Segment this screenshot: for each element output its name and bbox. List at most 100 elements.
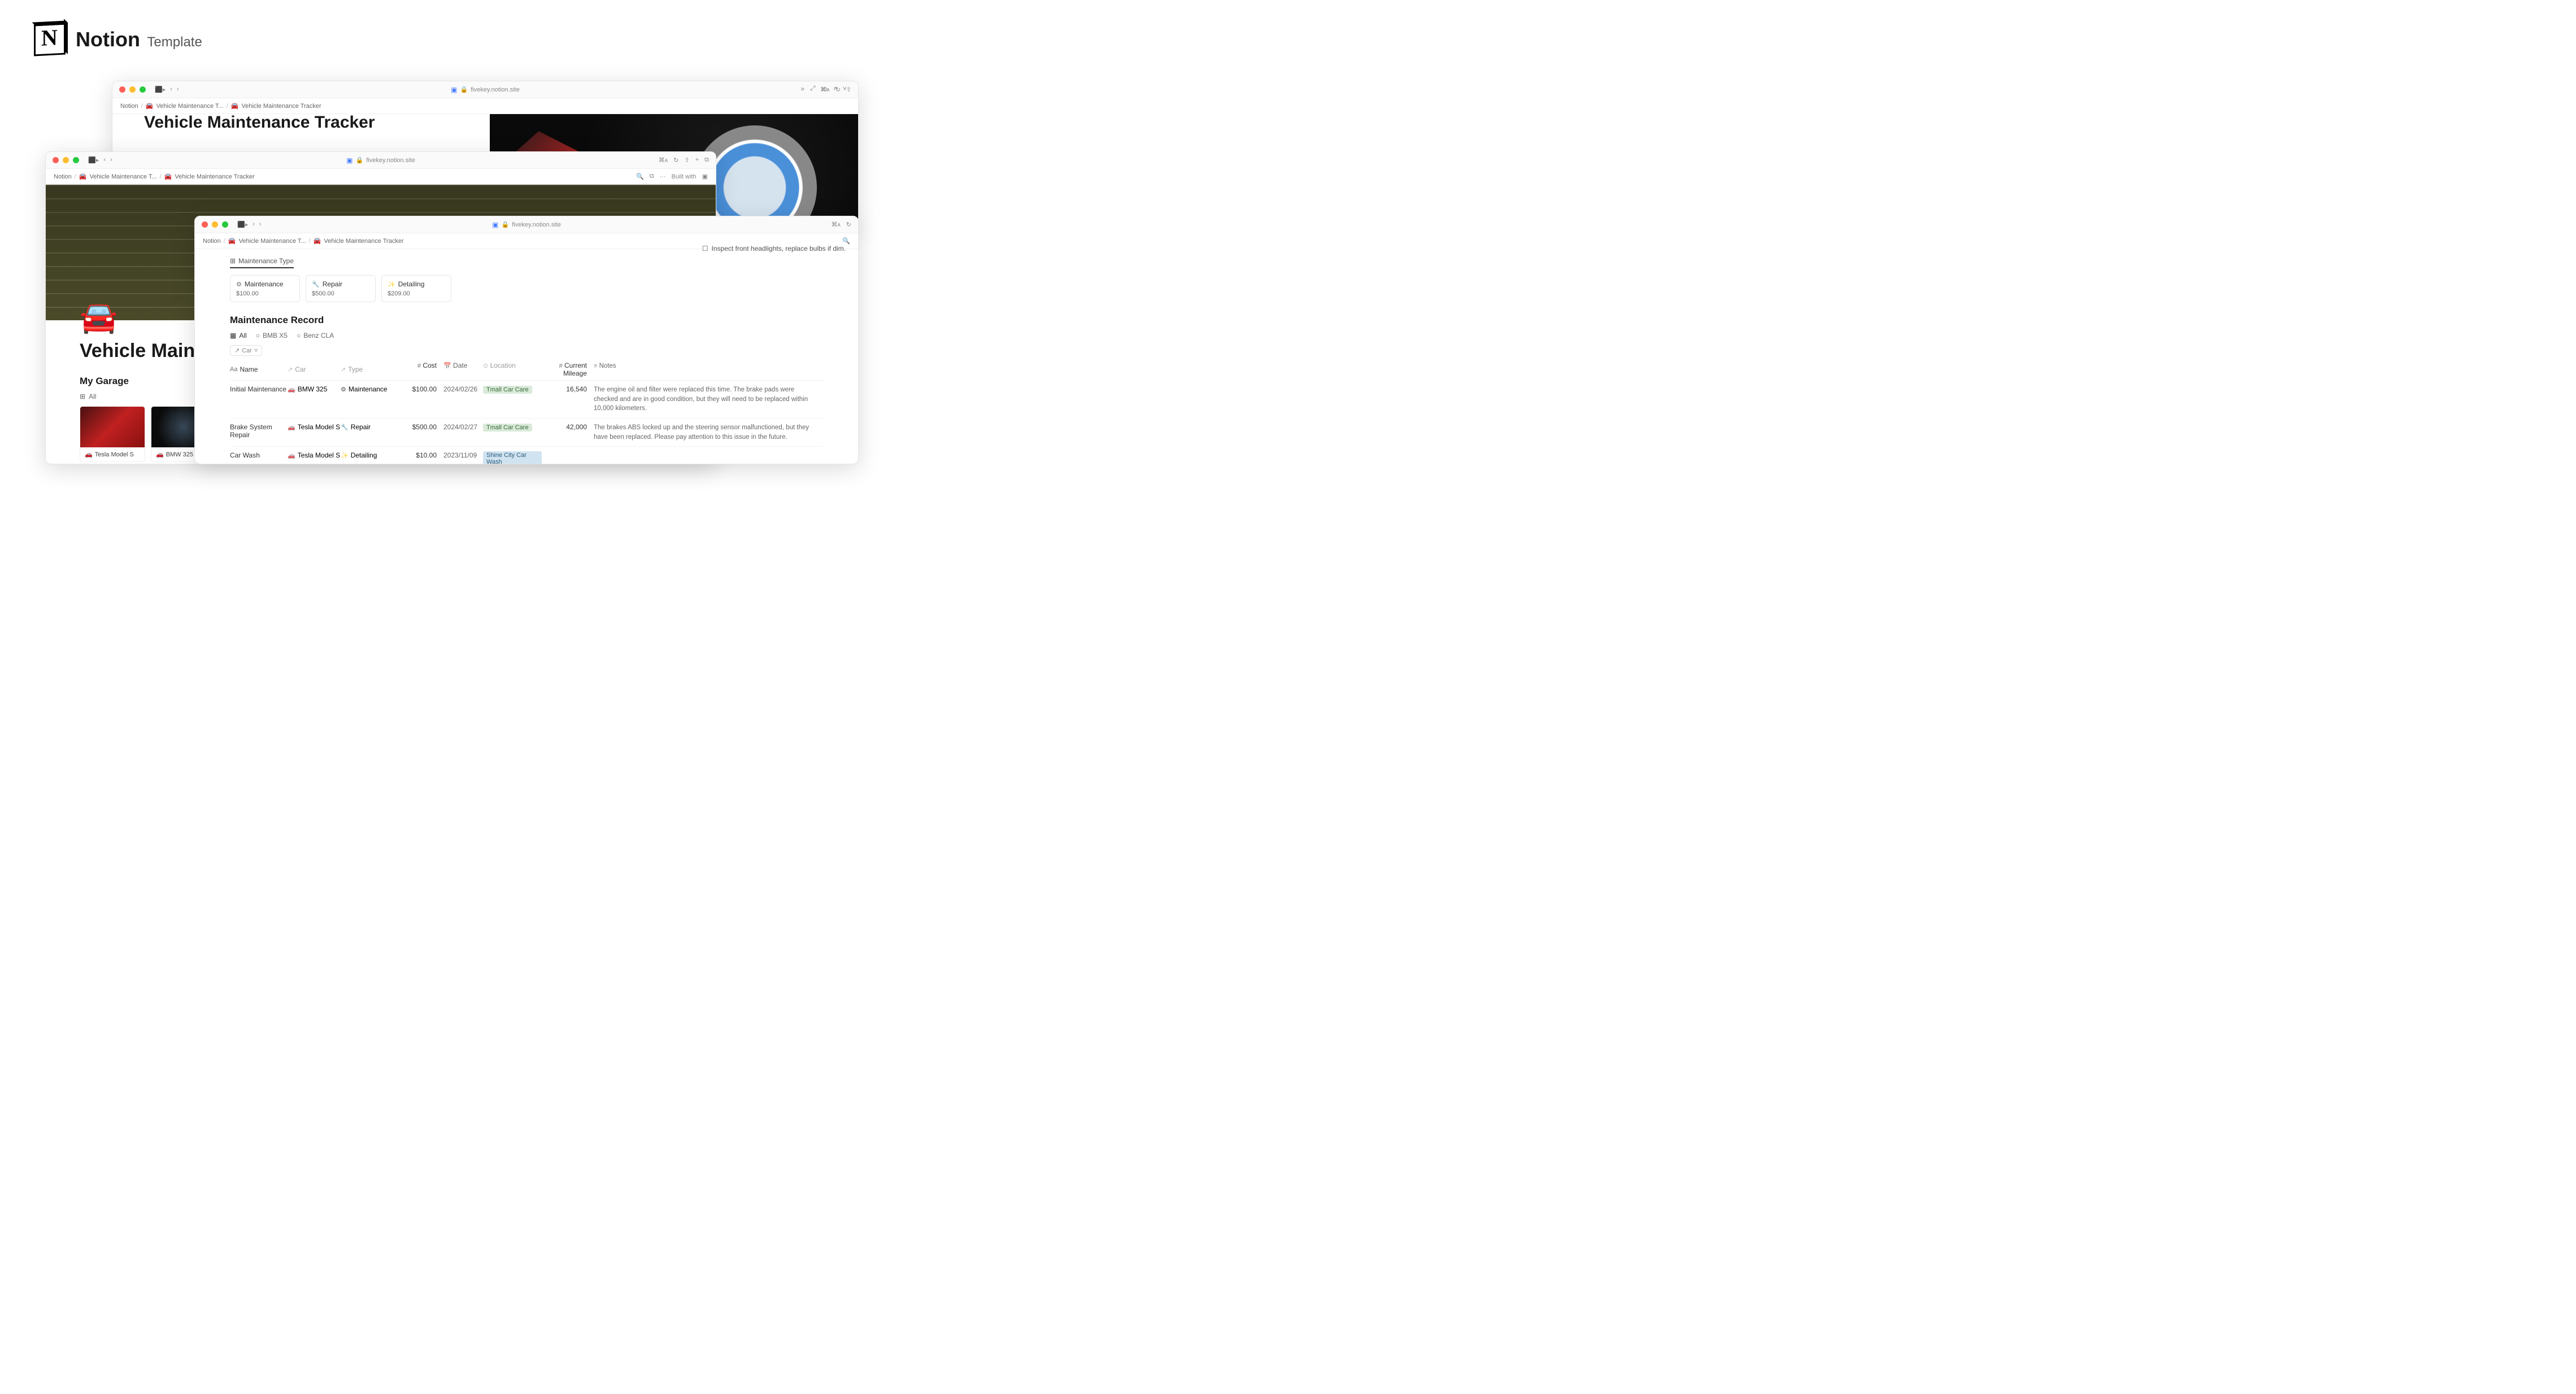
circle-icon: ○ [297,332,301,339]
wrench-icon: 🔧 [312,281,320,288]
breadcrumb: Notion/ 🚘 Vehicle Maintenance T.../ 🚘 Ve… [46,169,716,185]
gallery-card[interactable]: 🚗Tesla Model S [80,406,145,462]
breadcrumb-mid[interactable]: Vehicle Maintenance T... [90,173,157,180]
car-icon: 🚗 [156,451,164,458]
minimize-button[interactable] [212,221,218,228]
sidebar-toggle-icon[interactable]: ⬛▸ [237,221,248,228]
back-button[interactable]: ‹ [170,86,172,93]
forward-button[interactable]: › [110,156,112,164]
col-name[interactable]: Name [240,365,258,373]
back-button[interactable]: ‹ [253,221,255,228]
group-by-car[interactable]: ↗ Car ˅ [230,345,262,356]
col-location[interactable]: Location [490,361,516,369]
breadcrumb-leaf[interactable]: Vehicle Maintenance Tracker [241,103,321,110]
breadcrumb-mid[interactable]: Vehicle Maintenance T... [239,238,306,245]
expand-icon[interactable]: » [800,85,804,93]
checklist-item[interactable]: Inspect front headlights, replace bulbs … [712,245,846,252]
cell-car: 🚗 Tesla Model S [288,423,341,431]
cell-name: Initial Maintenance [230,385,288,393]
share-icon[interactable]: ⇧ [684,156,689,164]
down-icon[interactable]: ˅ [843,85,847,93]
resize-icon[interactable]: ⤢ [810,84,816,93]
panel-icon[interactable]: ▭ [821,85,828,93]
translate-icon[interactable]: ⌘ᴀ [659,156,668,164]
notion-logo-icon: N [34,23,66,56]
close-button[interactable] [119,86,125,93]
add-icon[interactable]: + [695,156,699,164]
table-row[interactable]: Brake System Repair🚗 Tesla Model S🔧 Repa… [230,419,823,447]
reload-icon[interactable]: ↻ [846,221,851,228]
maximize-button[interactable] [140,86,146,93]
col-car[interactable]: Car [295,365,306,373]
url-text[interactable]: fivekey.notion.site [512,221,561,228]
car-icon: 🚘 [164,173,172,180]
card-value: $100.00 [236,290,294,297]
tab-all[interactable]: ▦All [230,332,247,339]
table-row[interactable]: Car Wash🚗 Tesla Model S✨ Detailing$10.00… [230,447,823,464]
more-icon[interactable]: ··· [660,173,666,180]
cell-car: 🚗 BMW 325 [288,385,341,393]
cell-date: 2024/02/27 [443,423,483,431]
titlebar: ⬛▸ ‹ › ▣ 🔒 fivekey.notion.site ⌘ᴀ ↻ [195,216,858,233]
built-with-label[interactable]: Built with [672,173,697,180]
type-card-detailing[interactable]: ✨Detailing $209.00 [381,275,451,302]
forward-button[interactable]: › [259,221,262,228]
card-value: $500.00 [312,290,369,297]
copy-icon[interactable]: ⧉ [650,173,654,180]
card-label: Tesla Model S [95,451,134,458]
cell-name: Car Wash [230,451,288,459]
breadcrumb-mid[interactable]: Vehicle Maintenance T... [156,103,224,110]
sidebar-toggle-icon[interactable]: ⬛▸ [88,156,99,164]
cell-cost: $100.00 [401,385,443,393]
tab-benz[interactable]: ○Benz CLA [297,332,334,339]
translate-icon[interactable]: ⌘ᴀ [831,221,840,228]
forward-button[interactable]: › [177,86,179,93]
tab-all[interactable]: All [89,393,96,400]
tabs-icon[interactable]: ⧉ [704,156,709,164]
url-text[interactable]: fivekey.notion.site [366,157,415,164]
cell-type: ⚙ Maintenance [341,385,401,393]
col-type[interactable]: Type [348,365,363,373]
sidebar-toggle-icon[interactable]: ⬛▸ [155,86,166,93]
breadcrumb-leaf[interactable]: Vehicle Maintenance Tracker [175,173,254,180]
breadcrumb-leaf[interactable]: Vehicle Maintenance Tracker [324,238,403,245]
share-icon[interactable]: ⇧ [846,86,851,93]
close-button[interactable] [53,157,59,163]
reader-icon[interactable]: ▣ [492,221,498,229]
sparkle-icon: ✨ [388,281,395,288]
table-row[interactable]: Initial Maintenance🚗 BMW 325⚙ Maintenanc… [230,381,823,419]
close-button[interactable] [202,221,208,228]
tab-maintenance-type[interactable]: ⊞ Maintenance Type [230,257,294,268]
col-cost[interactable]: Cost [423,361,437,369]
maximize-button[interactable] [73,157,79,163]
search-icon[interactable]: 🔍 [636,173,644,180]
url-text[interactable]: fivekey.notion.site [471,86,520,93]
lock-icon: 🔒 [356,156,364,164]
col-notes[interactable]: Notes [599,363,616,369]
col-date[interactable]: Date [453,361,467,369]
tab-bmb[interactable]: ○BMB X5 [256,332,288,339]
search-icon[interactable]: 🔍 [842,237,850,245]
lock-icon: 🔒 [502,221,510,228]
reader-icon[interactable]: ▣ [346,156,353,164]
checkbox-icon[interactable]: ☐ [702,245,708,252]
brand-name: Notion [76,28,140,51]
breadcrumb-root[interactable]: Notion [120,103,138,110]
gear-icon: ⚙ [236,281,242,288]
cell-mileage: 16,540 [542,385,594,393]
cell-cost: $10.00 [401,451,443,459]
minimize-button[interactable] [63,157,69,163]
reader-icon[interactable]: ▣ [451,86,457,94]
cell-date: 2024/02/26 [443,385,483,393]
minimize-button[interactable] [129,86,136,93]
breadcrumb-root[interactable]: Notion [54,173,72,180]
back-button[interactable]: ‹ [103,156,106,164]
type-card-repair[interactable]: 🔧Repair $500.00 [306,275,376,302]
section-title: Maintenance Record [230,315,823,326]
maximize-button[interactable] [222,221,228,228]
reload-icon[interactable]: ↻ [673,156,678,164]
col-mileage[interactable]: Current Mileage [563,361,587,377]
up-icon[interactable]: ˄ [833,85,837,93]
breadcrumb-root[interactable]: Notion [203,238,221,245]
type-card-maintenance[interactable]: ⚙Maintenance $100.00 [230,275,300,302]
